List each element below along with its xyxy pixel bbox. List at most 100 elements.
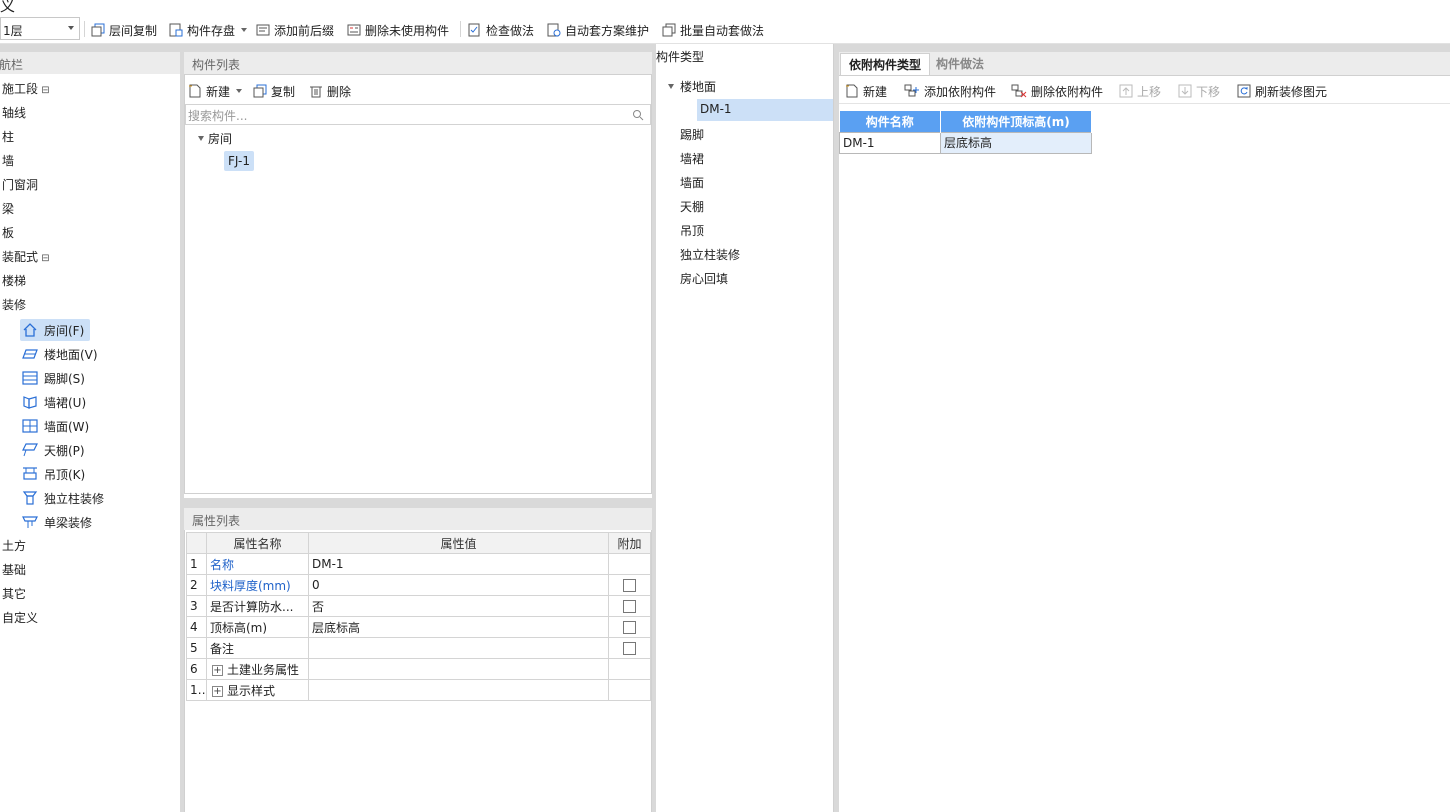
- property-name: 名称: [206, 553, 309, 575]
- dep-new-button[interactable]: 新建: [845, 81, 887, 101]
- table-row[interactable]: DM-1 层底标高: [839, 131, 1092, 154]
- extra-checkbox[interactable]: [623, 579, 636, 592]
- nav-sub-wall-surface[interactable]: 墙面(W): [20, 415, 95, 437]
- type-group-floor[interactable]: 楼地面: [680, 78, 716, 95]
- expand-plus-icon[interactable]: +: [212, 685, 223, 697]
- property-name: 是否计算防水...: [206, 595, 309, 617]
- extra-checkbox[interactable]: [623, 600, 636, 613]
- nav-item-axis[interactable]: 轴线: [2, 102, 26, 124]
- type-item[interactable]: 独立柱装修: [680, 246, 740, 263]
- expand-plus-icon[interactable]: +: [212, 664, 223, 676]
- nav-item-other[interactable]: 其它: [2, 583, 26, 605]
- batch-auto-button[interactable]: 批量自动套做法: [662, 20, 764, 40]
- type-item[interactable]: 房心回填: [680, 270, 728, 287]
- table-row[interactable]: 2 块料厚度(mm) 0: [186, 574, 651, 596]
- copy-floors-label: 层间复制: [109, 23, 158, 38]
- trash-icon: [310, 86, 322, 98]
- table-row[interactable]: 6 + 土建业务属性: [186, 658, 651, 680]
- property-splitter[interactable]: [184, 498, 652, 508]
- nav-item-slab[interactable]: 板: [2, 222, 14, 244]
- dependent-splitter[interactable]: [834, 44, 839, 812]
- delete-unused-label: 删除未使用构件: [365, 23, 450, 38]
- property-value[interactable]: 层底标高: [308, 616, 609, 638]
- nav-item-custom[interactable]: 自定义: [2, 607, 38, 629]
- type-item[interactable]: 墙面: [680, 174, 704, 191]
- nav-item-earthwork[interactable]: 土方: [2, 535, 26, 557]
- table-row[interactable]: 3 是否计算防水... 否: [186, 595, 651, 617]
- extra-checkbox[interactable]: [623, 642, 636, 655]
- nav-sub-column-finish[interactable]: 独立柱装修: [20, 487, 110, 509]
- nav-item-door-window[interactable]: 门窗洞: [2, 174, 38, 196]
- expand-arrow-icon[interactable]: [668, 84, 674, 89]
- auto-scheme-icon: [547, 23, 561, 37]
- delete-unused-icon: [347, 24, 361, 36]
- chevron-down-icon[interactable]: [241, 28, 248, 32]
- property-name: 块料厚度(mm): [206, 574, 309, 596]
- delete-unused-button[interactable]: 删除未使用构件: [347, 20, 449, 40]
- nav-sub-ceiling[interactable]: 天棚(P): [20, 439, 91, 461]
- type-item[interactable]: 踢脚: [680, 126, 704, 143]
- table-row[interactable]: 10 + 显示样式: [186, 679, 651, 701]
- table-row[interactable]: 4 顶标高(m) 层底标高: [186, 616, 651, 638]
- tree-group-room[interactable]: 房间: [208, 130, 232, 147]
- property-value[interactable]: 否: [308, 595, 609, 617]
- col-top-elevation: 依附构件顶标高(m): [940, 111, 1092, 132]
- lock-icon: ⊟: [38, 253, 50, 264]
- remove-dependent-button[interactable]: 删除依附构件: [1011, 81, 1103, 101]
- table-row[interactable]: 1 名称 DM-1: [186, 553, 651, 575]
- tab-dependent-types[interactable]: 依附构件类型: [840, 53, 931, 75]
- type-item-selected[interactable]: DM-1: [697, 99, 833, 121]
- prefix-suffix-button[interactable]: 添加前后缀: [256, 20, 334, 40]
- suspended-ceiling-icon: [23, 467, 37, 480]
- main-toolbar: 1层 层间复制 构件存盘 添加前后缀 删除未使用构件 检查做法 自动套方案维护 …: [0, 14, 1450, 44]
- nav-item-beam[interactable]: 梁: [2, 198, 14, 220]
- move-up-button[interactable]: 上移: [1119, 81, 1161, 101]
- prefix-suffix-label: 添加前后缀: [274, 23, 335, 38]
- nav-item-foundation[interactable]: 基础: [2, 559, 26, 581]
- nav-sub-wainscot[interactable]: 墙裙(U): [20, 391, 92, 413]
- nav-item-column[interactable]: 柱: [2, 126, 14, 148]
- nav-sub-suspended-ceiling[interactable]: 吊顶(K): [20, 463, 91, 485]
- property-value[interactable]: [308, 637, 609, 659]
- auto-scheme-button[interactable]: 自动套方案维护: [547, 20, 649, 40]
- column-finish-icon: [22, 491, 38, 505]
- new-component-button[interactable]: 新建: [188, 81, 243, 101]
- dependent-toolbar-divider: [839, 103, 1450, 104]
- component-item-fj1[interactable]: FJ-1: [224, 151, 254, 171]
- refresh-decoration-button[interactable]: 刷新装修图元: [1237, 81, 1327, 101]
- expand-arrow-icon[interactable]: [198, 136, 204, 141]
- search-icon[interactable]: [632, 109, 644, 121]
- nav-item-stairs[interactable]: 楼梯: [2, 270, 26, 292]
- component-search-input[interactable]: 搜索构件...: [185, 104, 651, 125]
- skirting-icon: [22, 371, 38, 385]
- delete-component-button[interactable]: 删除: [309, 81, 351, 101]
- table-row[interactable]: 5 备注: [186, 637, 651, 659]
- nav-item-prefab[interactable]: 装配式 ⊟: [2, 246, 50, 268]
- save-component-button[interactable]: 构件存盘: [169, 20, 248, 40]
- arrow-down-icon: [1178, 84, 1192, 98]
- copy-floors-button[interactable]: 层间复制: [91, 20, 157, 40]
- type-item[interactable]: 吊顶: [680, 222, 704, 239]
- nav-title: 航栏: [0, 58, 24, 72]
- extra-checkbox[interactable]: [623, 621, 636, 634]
- nav-sub-skirting[interactable]: 踢脚(S): [20, 367, 91, 389]
- copy-component-button[interactable]: 复制: [253, 81, 295, 101]
- dependent-name-cell[interactable]: DM-1: [839, 131, 941, 154]
- nav-item-decoration[interactable]: 装修: [2, 294, 26, 316]
- nav-item-wall[interactable]: 墙: [2, 150, 14, 172]
- type-item[interactable]: 墙裙: [680, 150, 704, 167]
- dependent-top-cell[interactable]: 层底标高: [940, 131, 1092, 154]
- nav-sub-beam-finish[interactable]: 单梁装修: [20, 511, 98, 533]
- nav-sub-room[interactable]: 房间(F): [20, 319, 91, 341]
- floor-select[interactable]: 1层: [0, 17, 80, 40]
- type-item[interactable]: 天棚: [680, 198, 704, 215]
- property-value[interactable]: 0: [308, 574, 609, 596]
- chevron-down-icon[interactable]: [236, 89, 243, 93]
- nav-sub-floor-surface[interactable]: 楼地面(V): [20, 343, 104, 365]
- check-method-button[interactable]: 检查做法: [468, 20, 534, 40]
- move-down-button[interactable]: 下移: [1178, 81, 1220, 101]
- tab-component-method[interactable]: 构件做法: [928, 53, 992, 75]
- property-value[interactable]: DM-1: [308, 553, 609, 575]
- add-dependent-button[interactable]: 添加依附构件: [904, 81, 996, 101]
- nav-item-construction-segment[interactable]: 施工段 ⊟: [2, 78, 50, 100]
